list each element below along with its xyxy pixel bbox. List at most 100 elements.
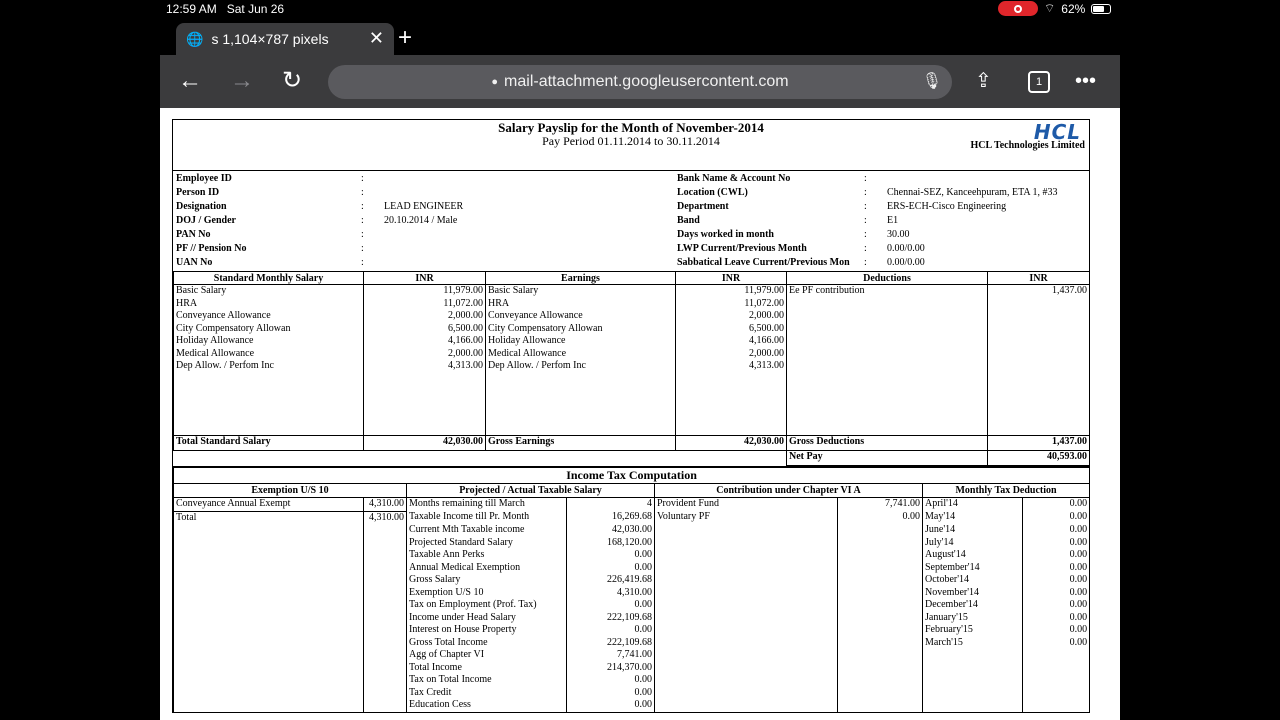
- field-label: Location (CWL): [677, 187, 748, 198]
- status-time: 12:59 AM Sat Jun 26: [166, 2, 285, 16]
- table-row: [173, 422, 1090, 436]
- contribution-value: [837, 561, 923, 574]
- salary-cell: [786, 335, 988, 348]
- contribution-label: Voluntary PF: [654, 511, 838, 524]
- field-label: PAN No: [176, 229, 211, 240]
- table-row: Gross Salary 226,419.68 October'14 0.00: [173, 574, 1091, 587]
- monthly-tax-value: 0.00: [1021, 561, 1091, 574]
- salary-cell: [173, 385, 364, 398]
- exemption-value: [363, 599, 407, 612]
- table-row: Agg of Chapter VI 7,741.00: [173, 649, 1091, 662]
- salary-cell: City Compensatory Allowan: [485, 322, 676, 335]
- monthly-tax-value: [1021, 699, 1091, 712]
- table-row: Tax on Total Income 0.00: [173, 674, 1091, 687]
- salary-header: Deductions: [786, 271, 988, 285]
- monthly-tax-value: 0.00: [1021, 586, 1091, 599]
- salary-cell: 6,500.00: [363, 322, 486, 335]
- field-colon: :: [361, 215, 364, 226]
- field-value: 30.00: [887, 229, 910, 240]
- payslip: Salary Payslip for the Month of November…: [172, 119, 1091, 713]
- close-tab-icon[interactable]: ✕: [369, 28, 384, 49]
- field-colon: :: [361, 243, 364, 254]
- back-icon[interactable]: ←: [178, 67, 202, 95]
- field-label: DOJ / Gender: [176, 215, 236, 226]
- contribution-value: 0.00: [837, 511, 923, 524]
- tab-bar: 🌐 s 1,104×787 pixels ✕ +: [160, 20, 1120, 55]
- monthly-tax-label: August'14: [922, 549, 1023, 562]
- itc-header: Contribution under Chapter VI A: [654, 483, 923, 498]
- status-bar: 12:59 AM Sat Jun 26 ⌔ 62%: [0, 0, 1280, 18]
- field-label: Designation: [176, 201, 227, 212]
- battery-percent: 62%: [1061, 1, 1086, 16]
- taxable-value: 0.00: [566, 674, 655, 687]
- taxable-label: Gross Salary: [406, 574, 567, 587]
- exemption-label: [173, 636, 364, 649]
- salary-cell: City Compensatory Allowan: [173, 322, 364, 335]
- income-tax-table: Income Tax Computation Exemption U/S 10 P…: [172, 466, 1091, 712]
- salary-cell: Medical Allowance: [485, 347, 676, 360]
- exemption-label: [173, 561, 364, 574]
- tab-count-button[interactable]: 1: [1028, 71, 1050, 93]
- taxable-label: Tax Credit: [406, 686, 567, 699]
- salary-cell: 6,500.00: [675, 322, 787, 335]
- share-icon[interactable]: ⇪: [975, 67, 992, 95]
- total-cell: Gross Earnings: [485, 435, 676, 451]
- taxable-value: 7,741.00: [566, 649, 655, 662]
- exemption-value: [363, 686, 407, 699]
- payslip-header: Salary Payslip for the Month of November…: [173, 120, 1089, 170]
- monthly-tax-value: 0.00: [1021, 497, 1091, 511]
- forward-icon[interactable]: →: [230, 67, 254, 95]
- contribution-label: [654, 524, 838, 537]
- contribution-label: [654, 649, 838, 662]
- document-view: Salary Payslip for the Month of November…: [160, 108, 1120, 720]
- monthly-tax-label: October'14: [922, 574, 1023, 587]
- salary-cell: [987, 397, 1090, 410]
- taxable-value: 0.00: [566, 686, 655, 699]
- salary-cell: [987, 385, 1090, 398]
- salary-cell: [485, 372, 676, 385]
- status-right: ⌔ 62%: [998, 1, 1112, 16]
- exemption-value: 4,310.00: [363, 511, 407, 524]
- taxable-label: Total Income: [406, 661, 567, 674]
- monthly-tax-value: [1021, 674, 1091, 687]
- contribution-label: [654, 561, 838, 574]
- new-tab-button[interactable]: +: [398, 24, 412, 52]
- salary-cell: [675, 372, 787, 385]
- salary-cell: [363, 397, 486, 410]
- exemption-value: [363, 524, 407, 537]
- exemption-label: Conveyance Annual Exempt: [173, 497, 364, 512]
- exemption-label: [173, 674, 364, 687]
- salary-cell: Conveyance Allowance: [173, 310, 364, 323]
- taxable-value: 42,030.00: [566, 524, 655, 537]
- reload-icon[interactable]: ↻: [282, 67, 302, 95]
- taxable-label: Taxable Ann Perks: [406, 549, 567, 562]
- table-row: Total Income 214,370.00: [173, 661, 1091, 674]
- monthly-tax-label: March'15: [922, 636, 1023, 649]
- address-bar[interactable]: ● mail-attachment.googleusercontent.com …: [328, 65, 952, 99]
- contribution-label: [654, 674, 838, 687]
- salary-cell: [987, 310, 1090, 323]
- screen-record-icon[interactable]: [998, 1, 1038, 16]
- salary-cell: Ee PF contribution: [786, 284, 988, 298]
- salary-cell: 4,313.00: [675, 360, 787, 373]
- monthly-tax-label: [922, 674, 1023, 687]
- table-row: HRA 11,072.00 HRA 11,072.00: [173, 297, 1090, 310]
- monthly-tax-label: September'14: [922, 561, 1023, 574]
- microphone-icon[interactable]: 🎙: [922, 71, 942, 91]
- salary-cell: [485, 422, 676, 436]
- field-colon: :: [361, 187, 364, 198]
- salary-cell: [173, 422, 364, 436]
- monthly-tax-label: December'14: [922, 599, 1023, 612]
- browser-window: 🌐 s 1,104×787 pixels ✕ + ← → ↻ ● mail-at…: [160, 20, 1120, 720]
- contribution-label: [654, 661, 838, 674]
- url-text: mail-attachment.googleusercontent.com: [504, 73, 789, 90]
- field-colon: :: [864, 173, 867, 184]
- total-cell: 42,030.00: [363, 435, 486, 451]
- table-row: Tax on Employment (Prof. Tax) 0.00 Decembe…: [173, 599, 1091, 612]
- more-menu-icon[interactable]: •••: [1075, 67, 1096, 95]
- net-pay-value: 40,593.00: [987, 450, 1090, 466]
- salary-cell: [675, 385, 787, 398]
- salary-cell: 4,166.00: [675, 335, 787, 348]
- exemption-value: 4,310.00: [363, 497, 407, 512]
- tab-active[interactable]: 🌐 s 1,104×787 pixels ✕: [176, 23, 394, 55]
